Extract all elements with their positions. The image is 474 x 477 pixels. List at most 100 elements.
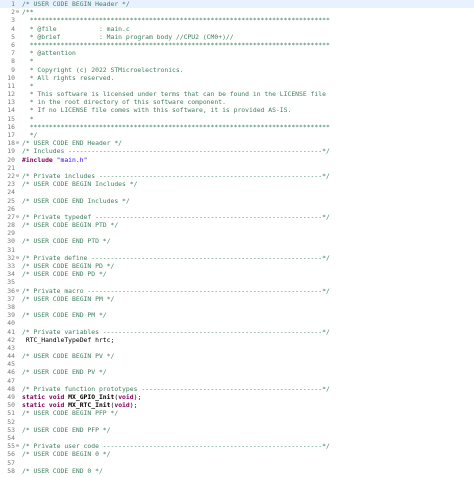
- code-token: /* USER CODE BEGIN PD */: [22, 262, 115, 270]
- code-line[interactable]: 57: [0, 459, 474, 467]
- code-line[interactable]: 22 ⊖/* Private includes -----------------…: [0, 172, 474, 180]
- code-line[interactable]: 18 ⊖/* USER CODE END Header */: [0, 139, 474, 147]
- code-line[interactable]: 25 /* USER CODE END Includes */: [0, 197, 474, 205]
- code-line[interactable]: 37 /* USER CODE BEGIN PM */: [0, 295, 474, 303]
- code-line[interactable]: 33 /* USER CODE BEGIN PD */: [0, 262, 474, 270]
- code-line[interactable]: 3 **************************************…: [0, 16, 474, 24]
- code-line[interactable]: 24: [0, 188, 474, 196]
- code-text: * @file : main.c: [22, 25, 130, 33]
- code-line[interactable]: 48 /* Private function prototypes -------…: [0, 385, 474, 393]
- line-number: 9: [11, 65, 15, 74]
- code-line[interactable]: 20 #include "main.h": [0, 156, 474, 164]
- code-line[interactable]: 5 * @brief : Main program body //CPU2 (C…: [0, 33, 474, 41]
- code-line[interactable]: 52: [0, 418, 474, 426]
- line-number: 12: [7, 90, 15, 99]
- line-number: 50: [7, 401, 15, 410]
- code-line[interactable]: 38: [0, 303, 474, 311]
- line-number: 39: [7, 311, 15, 320]
- code-token: /**: [22, 8, 34, 17]
- code-line[interactable]: 15 *: [0, 115, 474, 123]
- code-editor[interactable]: 1/* USER CODE BEGIN Header */2 ⊖/** 3 ****…: [0, 0, 474, 477]
- code-line[interactable]: 17 */: [0, 131, 474, 139]
- code-text: /* USER CODE END PV */: [22, 368, 107, 376]
- line-number: 23: [7, 180, 15, 189]
- code-token: void: [114, 401, 130, 410]
- line-number: 29: [7, 229, 15, 238]
- line-number: 30: [7, 237, 15, 246]
- line-number: 24: [7, 188, 15, 197]
- code-line[interactable]: 12 * This software is licensed under ter…: [0, 90, 474, 98]
- line-number: 47: [7, 376, 15, 385]
- code-line[interactable]: 23 /* USER CODE BEGIN Includes */: [0, 180, 474, 188]
- code-text: /* USER CODE END PFP */: [22, 426, 111, 434]
- code-line[interactable]: 26: [0, 205, 474, 213]
- code-token: );: [133, 393, 142, 401]
- code-line[interactable]: 41 /* Private variables -----------------…: [0, 328, 474, 336]
- code-line[interactable]: 32 ⊖/* Private define -------------------…: [0, 254, 474, 262]
- code-line[interactable]: 44 /* USER CODE BEGIN PV */: [0, 352, 474, 360]
- code-line[interactable]: 36 ⊖/* Private macro --------------------…: [0, 287, 474, 295]
- code-line[interactable]: 45: [0, 360, 474, 368]
- code-token: /* USER CODE BEGIN PM */: [22, 294, 115, 303]
- code-text: /* USER CODE END 0 */: [22, 467, 103, 475]
- code-line[interactable]: 1 /* USER CODE BEGIN Header */: [0, 0, 474, 9]
- code-token: * @file : main.c: [22, 24, 130, 33]
- line-number: 27: [7, 212, 15, 221]
- code-token: ****************************************…: [22, 16, 330, 25]
- code-line[interactable]: 2 ⊖/**: [0, 8, 474, 16]
- code-line[interactable]: 10 * All rights reserved.: [0, 74, 474, 82]
- code-line[interactable]: 40: [0, 319, 474, 327]
- code-line[interactable]: 56 /* USER CODE BEGIN 0 */: [0, 450, 474, 458]
- code-line[interactable]: 13 * in the root directory of this softw…: [0, 98, 474, 106]
- code-token: ****************************************…: [22, 122, 330, 131]
- code-line[interactable]: 9 * Copyright (c) 2022 STMicroelectronic…: [0, 66, 474, 74]
- code-line[interactable]: 4 * @file : main.c: [0, 25, 474, 33]
- code-line[interactable]: 39 /* USER CODE END PM */: [0, 311, 474, 319]
- code-line[interactable]: 55 ⊖/* Private user code ----------------…: [0, 442, 474, 450]
- code-text: /* USER CODE BEGIN PTD */: [22, 221, 118, 229]
- code-line[interactable]: 58 /* USER CODE END 0 */: [0, 467, 474, 475]
- line-number: 4: [11, 24, 15, 33]
- code-text: ****************************************…: [22, 41, 330, 49]
- code-line[interactable]: 7 * @attention: [0, 49, 474, 57]
- code-line[interactable]: 16 *************************************…: [0, 123, 474, 131]
- code-line[interactable]: 35: [0, 278, 474, 286]
- code-text: /* USER CODE END PD */: [22, 270, 107, 278]
- code-line[interactable]: 27 ⊖/* Private typedef ------------------…: [0, 213, 474, 221]
- code-line[interactable]: 29: [0, 229, 474, 237]
- code-line[interactable]: 46 /* USER CODE END PV */: [0, 368, 474, 376]
- code-token: /* Private typedef ---------------------…: [22, 212, 330, 221]
- code-token: */: [22, 131, 38, 139]
- code-line[interactable]: 54: [0, 434, 474, 442]
- code-line[interactable]: 19 /* Includes --------------------------…: [0, 147, 474, 155]
- code-token: * @attention: [22, 49, 76, 58]
- code-line[interactable]: 50 static void MX_RTC_Init(void);: [0, 401, 474, 409]
- line-number: 54: [7, 433, 15, 442]
- code-line[interactable]: 49 static void MX_GPIO_Init(void);: [0, 393, 474, 401]
- code-line[interactable]: 34 /* USER CODE END PD */: [0, 270, 474, 278]
- line-number: 3: [11, 16, 15, 25]
- code-text: /* Private user code -------------------…: [22, 442, 330, 450]
- code-line[interactable]: 42 RTC_HandleTypeDef hrtc;: [0, 336, 474, 344]
- line-number: 33: [7, 262, 15, 270]
- code-line[interactable]: 30 /* USER CODE END PTD */: [0, 237, 474, 245]
- code-token: * This software is licensed under terms …: [22, 90, 326, 99]
- code-line[interactable]: 6 **************************************…: [0, 41, 474, 49]
- code-line[interactable]: 21: [0, 164, 474, 172]
- code-line[interactable]: 47: [0, 377, 474, 385]
- code-line[interactable]: 53 /* USER CODE END PFP */: [0, 426, 474, 434]
- code-line[interactable]: 11 *: [0, 82, 474, 90]
- code-line[interactable]: 43: [0, 344, 474, 352]
- code-token: /* USER CODE END PFP */: [22, 425, 111, 434]
- code-token: /* USER CODE BEGIN 0 */: [22, 450, 111, 459]
- code-text: #include "main.h": [22, 156, 87, 164]
- code-text: */: [22, 131, 38, 139]
- code-line[interactable]: 31: [0, 246, 474, 254]
- code-line[interactable]: 51 /* USER CODE BEGIN PFP */: [0, 409, 474, 417]
- code-line[interactable]: 14 * If no LICENSE file comes with this …: [0, 106, 474, 114]
- code-line[interactable]: 8 *: [0, 57, 474, 65]
- code-line[interactable]: 28 /* USER CODE BEGIN PTD */: [0, 221, 474, 229]
